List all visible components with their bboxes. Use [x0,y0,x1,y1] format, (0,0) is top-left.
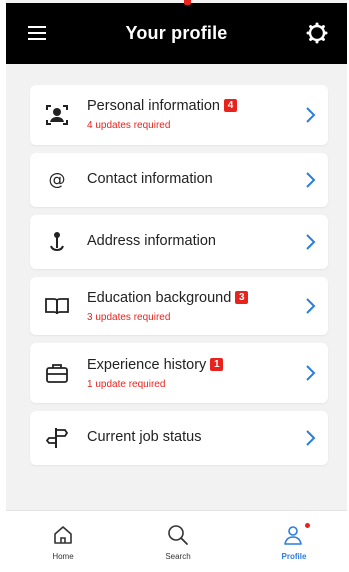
nav-home[interactable]: Home [23,511,103,568]
svg-text:@: @ [49,170,66,190]
update-count-badge: 3 [235,291,249,304]
address-information-item[interactable]: Address information [30,215,328,269]
page-title: Your profile [125,23,228,43]
update-count-badge: 4 [224,99,237,112]
chevron-right-icon [304,429,316,447]
book-icon [44,293,70,319]
search-icon [168,525,188,545]
at-sign-icon: @ [44,167,70,193]
nav-profile-label: Profile [281,552,307,561]
item-label: Education background 3 [87,290,249,306]
settings-icon[interactable] [306,22,328,44]
education-background-item[interactable]: Education background 3 3 updates required [30,277,328,335]
chevron-right-icon [304,233,316,251]
bottom-navigation: Home Search Profile [6,510,347,568]
profile-icon [284,526,302,545]
current-job-status-item[interactable]: Current job status [30,411,328,465]
chevron-right-icon [304,171,316,189]
briefcase-icon [44,360,70,386]
signpost-icon [44,425,70,451]
item-label: Personal information 4 [87,98,237,114]
item-label: Experience history 1 [87,357,224,373]
chevron-right-icon [304,297,316,315]
nav-profile[interactable]: Profile [254,511,334,568]
nav-home-label: Home [52,552,74,561]
item-label: Current job status [87,429,202,445]
chevron-right-icon [304,364,316,382]
updates-required-text: 4 updates required [87,120,171,131]
item-label: Contact information [87,171,213,187]
status-indicator [184,0,191,5]
updates-required-text: 1 update required [87,379,166,390]
nav-search-label: Search [165,552,191,561]
experience-history-item[interactable]: Experience history 1 1 update required [30,343,328,403]
chevron-right-icon [304,106,316,124]
nav-search[interactable]: Search [138,511,218,568]
updates-required-text: 3 updates required [87,312,171,323]
contact-information-item[interactable]: @ Contact information [30,153,328,207]
update-count-badge: 1 [210,358,224,371]
personal-information-item[interactable]: Personal information 4 4 updates required [30,85,328,145]
app-header: Your profile [6,3,347,64]
app-frame: Your profile Personal information 4 4 up… [6,0,347,568]
personal-id-icon [44,102,70,128]
home-icon [54,526,72,544]
notification-dot [305,523,310,528]
item-label: Address information [87,233,216,249]
pin-icon [44,229,70,255]
